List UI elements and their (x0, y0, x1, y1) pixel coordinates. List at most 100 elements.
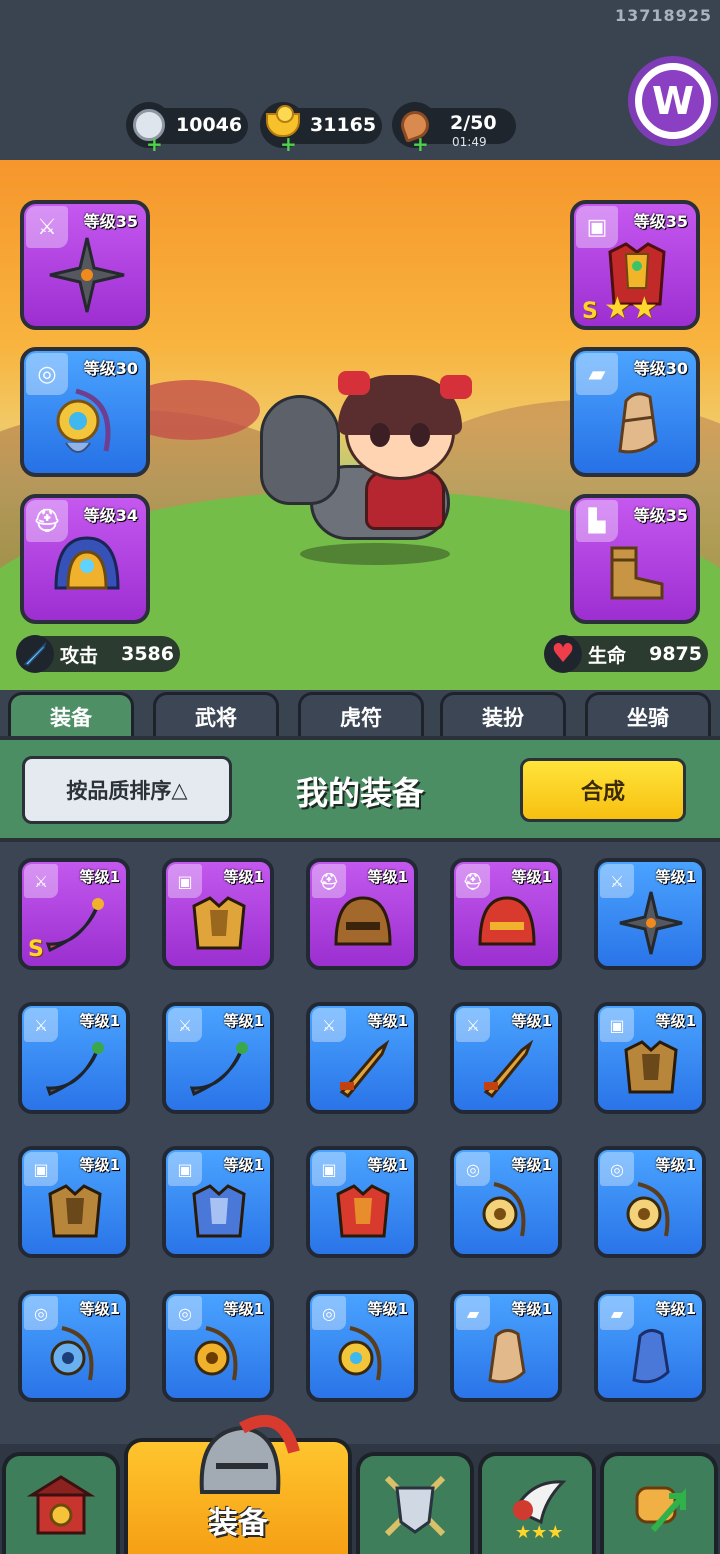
sort-label: 按品质排序 (66, 779, 172, 803)
inventory-item[interactable]: ◎ 等级1 (18, 1290, 130, 1402)
item-level: 等级1 (511, 1156, 552, 1174)
inventory-item[interactable]: ◎ 等级1 (162, 1290, 274, 1402)
red-robe-icon (328, 1176, 398, 1246)
hp-label: 生命 (588, 644, 627, 667)
slot-weapon[interactable]: ⚔ 等级35 (20, 200, 150, 330)
gold-armor-icon (184, 888, 254, 958)
inventory-item[interactable]: ▣ 等级1 (162, 1146, 274, 1258)
bronze-armor-icon (40, 1176, 110, 1246)
item-level: 等级1 (223, 1300, 264, 1318)
slot-level: 等级30 (83, 359, 138, 378)
item-level: 等级1 (79, 1012, 120, 1030)
equipment-panel-header: 按品质排序 △ 我的装备 合成 (0, 736, 720, 842)
gate-icon (26, 1475, 96, 1535)
golden-dagger-icon (328, 1032, 398, 1102)
knight-helmet-icon (199, 1414, 300, 1494)
item-level: 等级1 (223, 1012, 264, 1030)
inventory-item[interactable]: ⚔ 等级1 (18, 1002, 130, 1114)
slot-level: 等级30 (633, 359, 688, 378)
bronze-armor-icon (616, 1032, 686, 1102)
stamina-value: 2/50 (450, 112, 497, 134)
item-level: 等级1 (367, 1300, 408, 1318)
add-gold-icon[interactable]: + (280, 134, 297, 154)
curved-blade-icon (40, 1032, 110, 1102)
hp-value: 9875 (649, 643, 702, 665)
w-logo-icon[interactable]: W (628, 56, 718, 146)
nav-battle-button[interactable] (356, 1452, 474, 1554)
svg-text:★★★: ★★★ (515, 1522, 563, 1542)
item-level: 等级1 (367, 1156, 408, 1174)
inventory-item[interactable]: ⚔ 等级1 (306, 1002, 418, 1114)
add-stamina-icon[interactable]: + (412, 134, 429, 154)
nav-upgrade-button[interactable] (600, 1452, 718, 1554)
hero-eye (410, 423, 430, 447)
hero-character[interactable] (250, 371, 480, 575)
silver-resource[interactable]: 10046 + (126, 102, 248, 154)
sort-arrow-icon: △ (171, 778, 188, 802)
slot-boots[interactable]: ▙ 等级35 (570, 494, 700, 624)
curved-blade-icon (184, 1032, 254, 1102)
tab-equipment[interactable]: 装备 (8, 692, 134, 738)
inventory-item[interactable]: ◎ 等级1 (594, 1146, 706, 1258)
horn-necklace-icon (616, 1176, 686, 1246)
item-level: 等级1 (367, 1012, 408, 1030)
inventory-item[interactable]: ⚔ 等级1 (450, 1002, 562, 1114)
inventory-item[interactable]: ◎ 等级1 (450, 1146, 562, 1258)
item-level: 等级1 (223, 868, 264, 886)
gold-resource[interactable]: 31165 + (260, 102, 382, 154)
slot-amulet[interactable]: ◎ 等级30 (20, 347, 150, 477)
gold-talisman-icon (184, 1320, 254, 1390)
nav-home-button[interactable] (2, 1452, 120, 1554)
inventory-item[interactable]: ▰ 等级1 (450, 1290, 562, 1402)
attack-sword-icon (16, 635, 54, 673)
tab-outfits[interactable]: 装扮 (440, 692, 566, 738)
item-level: 等级1 (367, 868, 408, 886)
tab-mounts[interactable]: 坐骑 (585, 692, 711, 738)
user-id: 13718925 (614, 6, 712, 25)
game-screen: 13718925 10046 + 31165 + 2/50 01:49 + W (0, 0, 720, 1554)
bronze-helmet-icon (328, 888, 398, 958)
item-level: 等级1 (655, 868, 696, 886)
nav-hero-button[interactable]: ★★★ (478, 1452, 596, 1554)
tab-tiger-tally[interactable]: 虎符 (298, 692, 424, 738)
add-silver-icon[interactable]: + (146, 134, 163, 154)
slot-gauntlet[interactable]: ▰ 等级30 (570, 347, 700, 477)
silver-value: 10046 (176, 114, 243, 136)
fist-arrow-icon (635, 1486, 686, 1532)
character-scene: ⚔ 等级35 ◎ 等级30 ⛑ 等级34 ▣ 等级35 S ★★ ▰ 等级30 … (0, 160, 720, 690)
inventory-item[interactable]: ▣ 等级1 (306, 1146, 418, 1258)
nav-equipment-button[interactable]: 装备 (124, 1414, 352, 1554)
inventory-item[interactable]: ⚔ 等级1 S (18, 858, 130, 970)
item-level: 等级1 (511, 868, 552, 886)
helmet-icon (46, 528, 128, 610)
slot-helmet[interactable]: ⛑ 等级34 (20, 494, 150, 624)
inventory-item[interactable]: ⛑ 等级1 (306, 858, 418, 970)
item-level: 等级1 (655, 1012, 696, 1030)
sort-by-quality-button[interactable]: 按品质排序 △ (22, 756, 232, 824)
inventory-item[interactable]: ▰ 等级1 (594, 1290, 706, 1402)
inventory-item[interactable]: ⚔ 等级1 (594, 858, 706, 970)
horn-necklace-icon (472, 1176, 542, 1246)
slot-level: 等级35 (83, 212, 138, 231)
blue-bracer-icon (616, 1320, 686, 1390)
item-level: 等级1 (79, 868, 120, 886)
stamina-resource[interactable]: 2/50 01:49 + (392, 102, 516, 154)
inventory-item[interactable]: ▣ 等级1 (18, 1146, 130, 1258)
star-rating-icon: ★★ (604, 291, 658, 326)
tab-generals[interactable]: 武将 (153, 692, 279, 738)
inventory-item[interactable]: ⚔ 等级1 (162, 1002, 274, 1114)
nav-equipment-label: 装备 (208, 1506, 268, 1541)
inventory-item[interactable]: ▣ 等级1 (162, 858, 274, 970)
blue-robe-icon (184, 1176, 254, 1246)
item-level: 等级1 (223, 1156, 264, 1174)
shuriken-icon (46, 234, 128, 316)
inventory-item[interactable]: ⛑ 等级1 (450, 858, 562, 970)
slot-armor[interactable]: ▣ 等级35 S ★★ (570, 200, 700, 330)
stamina-timer: 01:49 (452, 135, 487, 149)
attack-value: 3586 (121, 643, 174, 665)
inventory-item[interactable]: ◎ 等级1 (306, 1290, 418, 1402)
amulet-icon (328, 1320, 398, 1390)
merge-button[interactable]: 合成 (520, 758, 686, 822)
inventory-item[interactable]: ▣ 等级1 (594, 1002, 706, 1114)
slot-level: 等级34 (83, 506, 138, 525)
